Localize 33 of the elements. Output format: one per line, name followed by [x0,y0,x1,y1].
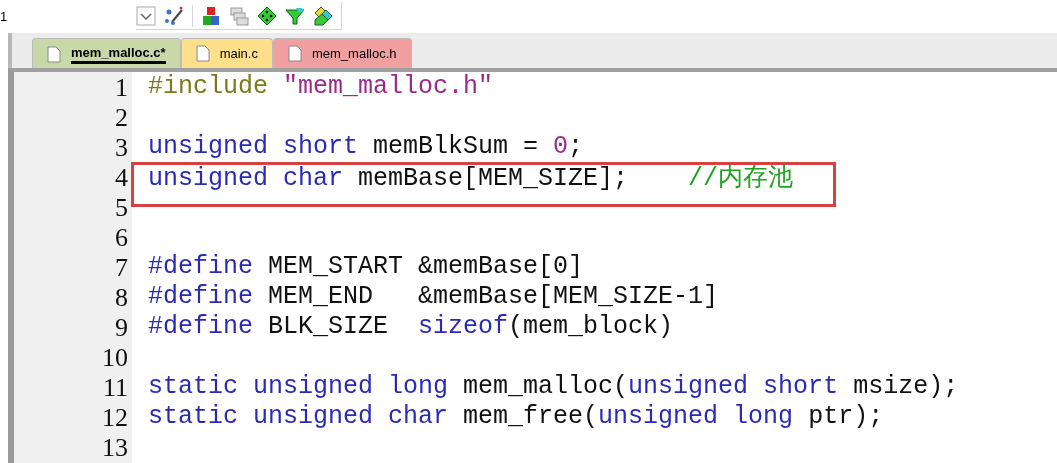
code-line: static unsigned char mem_free(unsigned long ptr); [148,405,884,430]
line-number: 9 [115,313,128,342]
line-number: 3 [115,133,128,162]
line-number: 10 [102,343,128,372]
line-number: 1 [115,73,128,102]
code-line: #define MEM_START &memBase[0] [148,255,584,280]
code-line: #define BLK_SIZE sizeof(mem_block) [148,315,674,340]
file-icon [195,45,210,62]
dropdown-icon[interactable] [136,5,156,26]
file-tab[interactable]: main.c [180,38,273,68]
code-line: #define MEM_END &memBase[MEM_SIZE-1] [148,285,719,310]
line-number: 4 [115,163,128,192]
toolbar-text: 1 [0,7,8,26]
line-number: 8 [115,283,128,312]
diamond-icon[interactable] [257,5,277,26]
line-number: 5 [115,193,128,222]
line-number: 7 [115,253,128,282]
line-number: 13 [102,433,128,462]
file-icon [47,46,61,63]
stacked-diamonds-icon[interactable] [313,5,333,26]
code-line: static unsigned long mem_malloc(unsigned short msize); [148,375,959,400]
line-number: 11 [102,373,128,402]
line-number: 12 [102,403,128,432]
funnel-icon[interactable] [285,5,305,26]
line-number: 2 [115,103,128,132]
file-tab[interactable]: mem_malloc.h [272,38,412,68]
code-line: unsigned short memBlkSum = 0; [148,135,584,160]
file-icon [287,45,302,62]
code-line: #include "mem_malloc.h" [148,75,494,100]
line-number: 6 [115,223,128,252]
file-tab[interactable]: mem_malloc.c* [32,38,181,68]
blocks-icon[interactable] [201,5,221,26]
wand-icon[interactable] [164,5,184,26]
